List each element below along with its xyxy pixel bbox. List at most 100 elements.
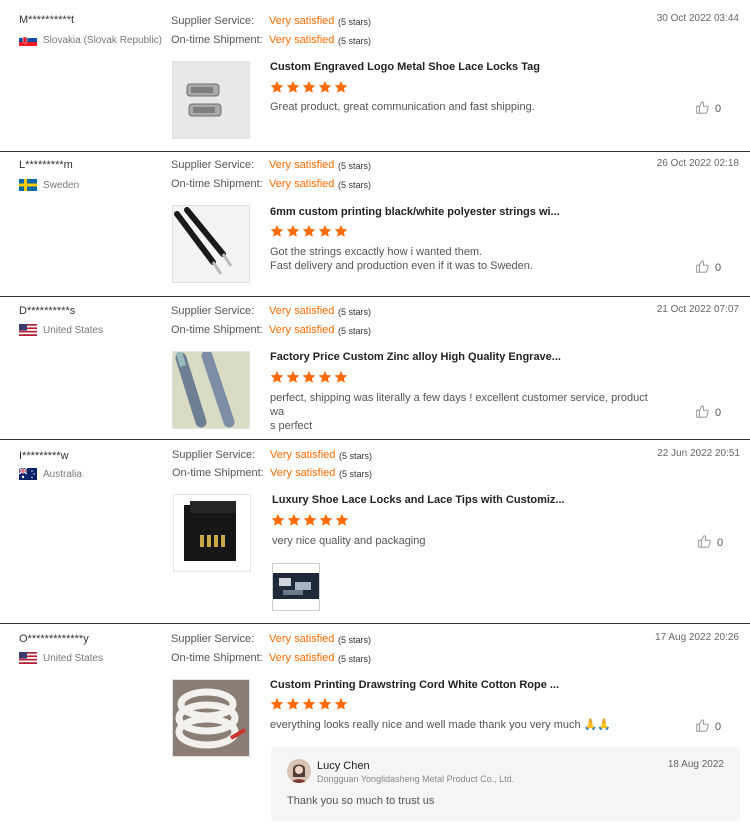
review-text: very nice quality and packaging	[272, 534, 657, 548]
country-name: Sweden	[43, 179, 80, 191]
product-title-link[interactable]: Factory Price Custom Zinc alloy High Qua…	[270, 351, 561, 363]
star-icon	[270, 697, 284, 710]
supplier-service-stars: (5 stars)	[338, 307, 372, 317]
ontime-shipment-label: On-time Shipment:	[172, 467, 264, 479]
ontime-shipment-label: On-time Shipment:	[171, 324, 263, 336]
usa-flag-icon	[19, 324, 37, 336]
star-icon	[270, 224, 284, 237]
review-date: 17 Aug 2022 20:26	[655, 632, 739, 643]
country-name: Australia	[43, 468, 82, 480]
review-text-line: very nice quality and packaging	[272, 535, 426, 547]
like-count: 0	[715, 406, 722, 419]
supplier-service-rating: Very satisfied	[270, 449, 336, 461]
supplier-service-rating: Very satisfied	[269, 15, 335, 27]
like-count: 0	[715, 720, 722, 733]
star-icon	[334, 80, 348, 93]
reviewer-country: United States	[19, 324, 103, 336]
star-icon	[302, 697, 316, 710]
reviewer-name: M**********t	[19, 14, 75, 26]
review-photo[interactable]	[272, 563, 320, 611]
country-name: Slovakia (Slovak Republic)	[43, 34, 162, 46]
slovakia-flag-icon	[19, 34, 37, 46]
star-icon	[286, 370, 300, 383]
star-icon	[318, 80, 332, 93]
reply-company: Dongguan Yonglidasheng Metal Product Co.…	[317, 774, 515, 784]
product-image[interactable]	[172, 351, 250, 429]
review-card: L*********m Sweden Supplier Service: Ver…	[0, 151, 750, 297]
star-icon	[334, 370, 348, 383]
avatar	[287, 759, 311, 783]
ontime-shipment-stars: (5 stars)	[338, 36, 372, 46]
supplier-reply: Lucy Chen Dongguan Yonglidasheng Metal P…	[271, 747, 740, 821]
supplier-service-label: Supplier Service:	[171, 305, 255, 317]
review-star-rating	[270, 370, 348, 384]
reply-text: Thank you so much to trust us	[287, 795, 435, 807]
ontime-shipment-rating: Very satisfied	[269, 178, 335, 190]
product-title-link[interactable]: Custom Printing Drawstring Cord White Co…	[270, 679, 559, 691]
ontime-shipment-rating: Very satisfied	[269, 324, 335, 336]
supplier-service-rating: Very satisfied	[269, 633, 335, 645]
review-text: Great product, great communication and f…	[270, 100, 655, 114]
ontime-shipment-stars: (5 stars)	[338, 326, 372, 336]
review-text-line: Great product, great communication and f…	[270, 101, 535, 113]
product-image[interactable]	[172, 205, 250, 283]
review-card: I*********w Australia Supplier Service: …	[0, 439, 750, 624]
ontime-shipment-stars: (5 stars)	[339, 469, 373, 479]
like-count: 0	[715, 102, 722, 115]
reply-author-name: Lucy Chen	[317, 760, 370, 772]
star-icon	[302, 370, 316, 383]
review-date: 21 Oct 2022 07:07	[656, 304, 739, 315]
review-text-line: Fast delivery and production even if it …	[270, 260, 533, 272]
reviewer-name: L*********m	[19, 159, 73, 171]
ontime-shipment-label: On-time Shipment:	[171, 652, 263, 664]
star-icon	[334, 697, 348, 710]
reviewer-name: I*********w	[19, 450, 69, 462]
supplier-service-rating: Very satisfied	[269, 305, 335, 317]
star-icon	[318, 224, 332, 237]
like-button[interactable]: 0	[695, 259, 721, 276]
review-text-line: perfect, shipping was literally a few da…	[270, 392, 648, 418]
ontime-shipment-label: On-time Shipment:	[171, 178, 263, 190]
reviewer-country: Slovakia (Slovak Republic)	[19, 34, 162, 46]
product-title-link[interactable]: 6mm custom printing black/white polyeste…	[270, 206, 560, 218]
product-image[interactable]	[172, 61, 250, 139]
star-icon	[286, 224, 300, 237]
star-icon	[286, 697, 300, 710]
supplier-service-stars: (5 stars)	[338, 161, 372, 171]
ontime-shipment-rating: Very satisfied	[270, 467, 336, 479]
country-name: United States	[43, 324, 104, 336]
product-title-link[interactable]: Custom Engraved Logo Metal Shoe Lace Loc…	[270, 61, 540, 73]
reviewer-country: Sweden	[19, 179, 79, 191]
review-text-line: s perfect	[270, 420, 313, 432]
supplier-service-rating: Very satisfied	[269, 159, 335, 171]
like-button[interactable]: 0	[695, 100, 721, 117]
review-star-rating	[270, 697, 348, 711]
product-title-link[interactable]: Luxury Shoe Lace Locks and Lace Tips wit…	[272, 494, 565, 506]
star-icon	[270, 80, 284, 93]
like-button[interactable]: 0	[697, 534, 723, 551]
reviewer-country: Australia	[19, 468, 82, 480]
product-image[interactable]	[172, 679, 250, 757]
like-button[interactable]: 0	[695, 718, 721, 735]
like-button[interactable]: 0	[695, 404, 721, 421]
thumbs-up-icon	[695, 100, 709, 117]
like-count: 0	[715, 261, 722, 274]
supplier-service-stars: (5 stars)	[339, 451, 373, 461]
supplier-service-label: Supplier Service:	[171, 15, 255, 27]
review-star-rating	[270, 224, 348, 238]
ontime-shipment-stars: (5 stars)	[338, 180, 372, 190]
supplier-service-label: Supplier Service:	[171, 159, 255, 171]
thumbs-up-icon	[695, 404, 709, 421]
star-icon	[302, 224, 316, 237]
supplier-service-stars: (5 stars)	[338, 635, 372, 645]
supplier-service-label: Supplier Service:	[172, 449, 256, 461]
thumbs-up-icon	[695, 259, 709, 276]
review-text-line: Got the strings excactly how i wanted th…	[270, 246, 483, 258]
star-icon	[270, 370, 284, 383]
star-icon	[271, 513, 285, 526]
star-icon	[287, 513, 301, 526]
star-icon	[318, 370, 332, 383]
product-image[interactable]	[173, 494, 251, 572]
like-count: 0	[717, 536, 724, 549]
review-text: everything looks really nice and well ma…	[270, 718, 655, 732]
